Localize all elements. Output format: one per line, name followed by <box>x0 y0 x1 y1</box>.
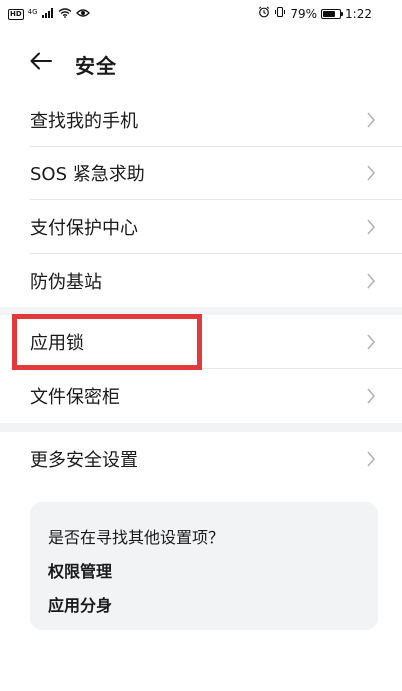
menu-item-sos[interactable]: SOS 紧急求助 <box>0 147 402 199</box>
signal-icon <box>41 7 54 21</box>
divider <box>30 253 402 254</box>
suggestion-title: 是否在寻找其他设置项？ <box>48 528 225 547</box>
network-type: 4G <box>27 8 38 16</box>
battery-level <box>323 10 336 17</box>
status-left: HD 4G <box>8 7 90 21</box>
highlight-annotation-box <box>12 314 202 370</box>
battery-percent: 79% <box>290 6 318 21</box>
menu-item-label: SOS 紧急求助 <box>30 164 145 185</box>
wifi-icon <box>58 7 72 21</box>
chevron-right-icon <box>366 164 376 182</box>
menu-item-label: 更多安全设置 <box>30 450 138 471</box>
menu-item-label: 支付保护中心 <box>30 218 138 239</box>
chevron-right-icon <box>366 111 376 129</box>
battery-icon <box>321 8 344 19</box>
menu-item-find-my-phone[interactable]: 查找我的手机 <box>0 94 402 146</box>
back-button[interactable] <box>28 51 54 75</box>
vibrate-icon <box>274 6 286 21</box>
status-time: 1:22 <box>345 6 372 21</box>
menu-item-anti-fake-base-station[interactable]: 防伪基站 <box>0 255 402 307</box>
chevron-right-icon <box>366 387 376 405</box>
menu-item-file-safe[interactable]: 文件保密柜 <box>0 370 402 422</box>
menu-item-label: 防伪基站 <box>30 272 102 293</box>
alarm-icon <box>258 6 270 21</box>
hd-badge: HD <box>8 8 24 20</box>
suggestion-link-permission-management[interactable]: 权限管理 <box>48 558 112 582</box>
eye-icon <box>75 7 90 21</box>
menu-item-label: 文件保密柜 <box>30 387 120 408</box>
back-arrow-icon <box>30 52 52 74</box>
chevron-right-icon <box>366 450 376 468</box>
status-bar: HD 4G 79% 1:22 <box>0 0 402 30</box>
chevron-right-icon <box>366 272 376 290</box>
menu-item-payment-protection[interactable]: 支付保护中心 <box>0 201 402 253</box>
menu-item-more-security-settings[interactable]: 更多安全设置 <box>0 433 402 485</box>
menu-item-label: 查找我的手机 <box>30 111 138 132</box>
status-right: 79% 1:22 <box>258 6 372 21</box>
app-header: 安全 <box>0 40 402 86</box>
security-settings-screen: HD 4G 79% 1:22 安全 查找我的手机 SOS 紧急求助 支付保护中心… <box>0 0 402 691</box>
chevron-right-icon <box>366 333 376 351</box>
chevron-right-icon <box>366 218 376 236</box>
suggestion-link-app-twin[interactable]: 应用分身 <box>48 592 112 616</box>
divider <box>30 199 402 200</box>
page-title: 安全 <box>75 54 117 78</box>
suggestion-card: 是否在寻找其他设置项？ 权限管理 应用分身 <box>30 502 378 630</box>
section-separator <box>0 423 402 432</box>
